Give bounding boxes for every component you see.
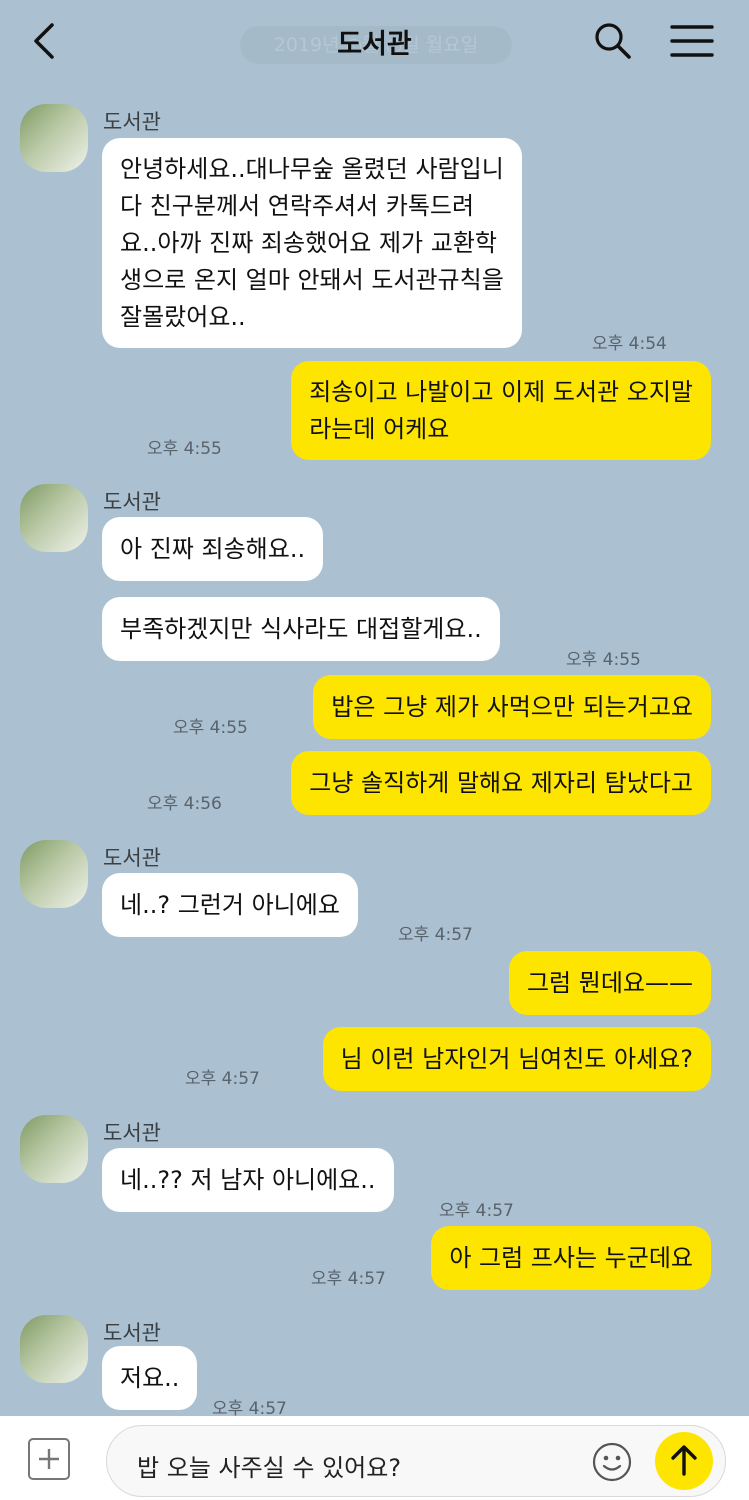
sender-name: 도서관 xyxy=(103,110,161,134)
message-time: 오후 4:57 xyxy=(439,1201,514,1221)
chevron-left-icon xyxy=(34,23,54,59)
message-time: 오후 4:55 xyxy=(147,439,222,459)
message-time: 오후 4:54 xyxy=(592,334,667,354)
sender-name: 도서관 xyxy=(103,1121,161,1145)
avatar[interactable] xyxy=(20,840,88,908)
sender-name: 도서관 xyxy=(103,490,161,514)
menu-button[interactable] xyxy=(667,18,717,64)
search-button[interactable] xyxy=(588,18,638,64)
emoji-icon[interactable] xyxy=(591,1441,633,1483)
menu-icon xyxy=(670,25,714,57)
send-arrow-icon xyxy=(671,1445,697,1476)
message-time: 오후 4:55 xyxy=(173,718,248,738)
message-bubble-incoming[interactable]: 안녕하세요..대나무숲 올렸던 사람입니 다 친구분께서 연락주셔서 카톡드려 … xyxy=(102,138,522,348)
attach-button[interactable] xyxy=(28,1438,70,1480)
message-bubble-incoming[interactable]: 네..? 그런거 아니에요 xyxy=(102,873,358,937)
chat-header: 2019년 ○월 ○일 월요일 도서관 xyxy=(0,0,749,84)
message-time: 오후 4:57 xyxy=(311,1269,386,1289)
message-bubble-outgoing[interactable]: 죄송이고 나발이고 이제 도서관 오지말 라는데 어케요 xyxy=(291,361,711,460)
message-bubble-incoming[interactable]: 부족하겠지만 식사라도 대접할게요.. xyxy=(102,597,500,661)
message-time: 오후 4:55 xyxy=(566,650,641,670)
avatar[interactable] xyxy=(20,484,88,552)
message-time: 오후 4:57 xyxy=(398,925,473,945)
message-input-text[interactable]: 밥 오늘 사주실 수 있어요? xyxy=(137,1448,401,1483)
message-bubble-outgoing[interactable]: 그럼 뭔데요—— xyxy=(508,951,711,1015)
avatar[interactable] xyxy=(20,1115,88,1183)
message-bubble-outgoing[interactable]: 님 이런 남자인거 님여친도 아세요? xyxy=(322,1027,711,1091)
message-bubble-incoming[interactable]: 저요.. xyxy=(102,1346,198,1410)
sender-name: 도서관 xyxy=(103,1321,161,1345)
message-input[interactable]: 밥 오늘 사주실 수 있어요? xyxy=(106,1425,726,1497)
search-icon xyxy=(595,23,631,59)
message-bubble-incoming[interactable]: 네..?? 저 남자 아니에요.. xyxy=(102,1148,394,1212)
avatar[interactable] xyxy=(20,104,88,172)
message-bubble-outgoing[interactable]: 밥은 그냥 제가 사먹으만 되는거고요 xyxy=(313,675,711,739)
back-button[interactable] xyxy=(20,18,70,64)
message-bubble-incoming[interactable]: 아 진짜 죄송해요.. xyxy=(102,517,324,581)
message-time: 오후 4:57 xyxy=(185,1069,260,1089)
message-time: 오후 4:56 xyxy=(147,794,222,814)
avatar[interactable] xyxy=(20,1315,88,1383)
sender-name: 도서관 xyxy=(103,846,161,870)
message-bubble-outgoing[interactable]: 그냥 솔직하게 말해요 제자리 탐났다고 xyxy=(291,751,711,815)
send-button[interactable] xyxy=(655,1432,713,1490)
plus-icon xyxy=(39,1449,59,1469)
message-bubble-outgoing[interactable]: 아 그럼 프사는 누군데요 xyxy=(431,1226,711,1290)
